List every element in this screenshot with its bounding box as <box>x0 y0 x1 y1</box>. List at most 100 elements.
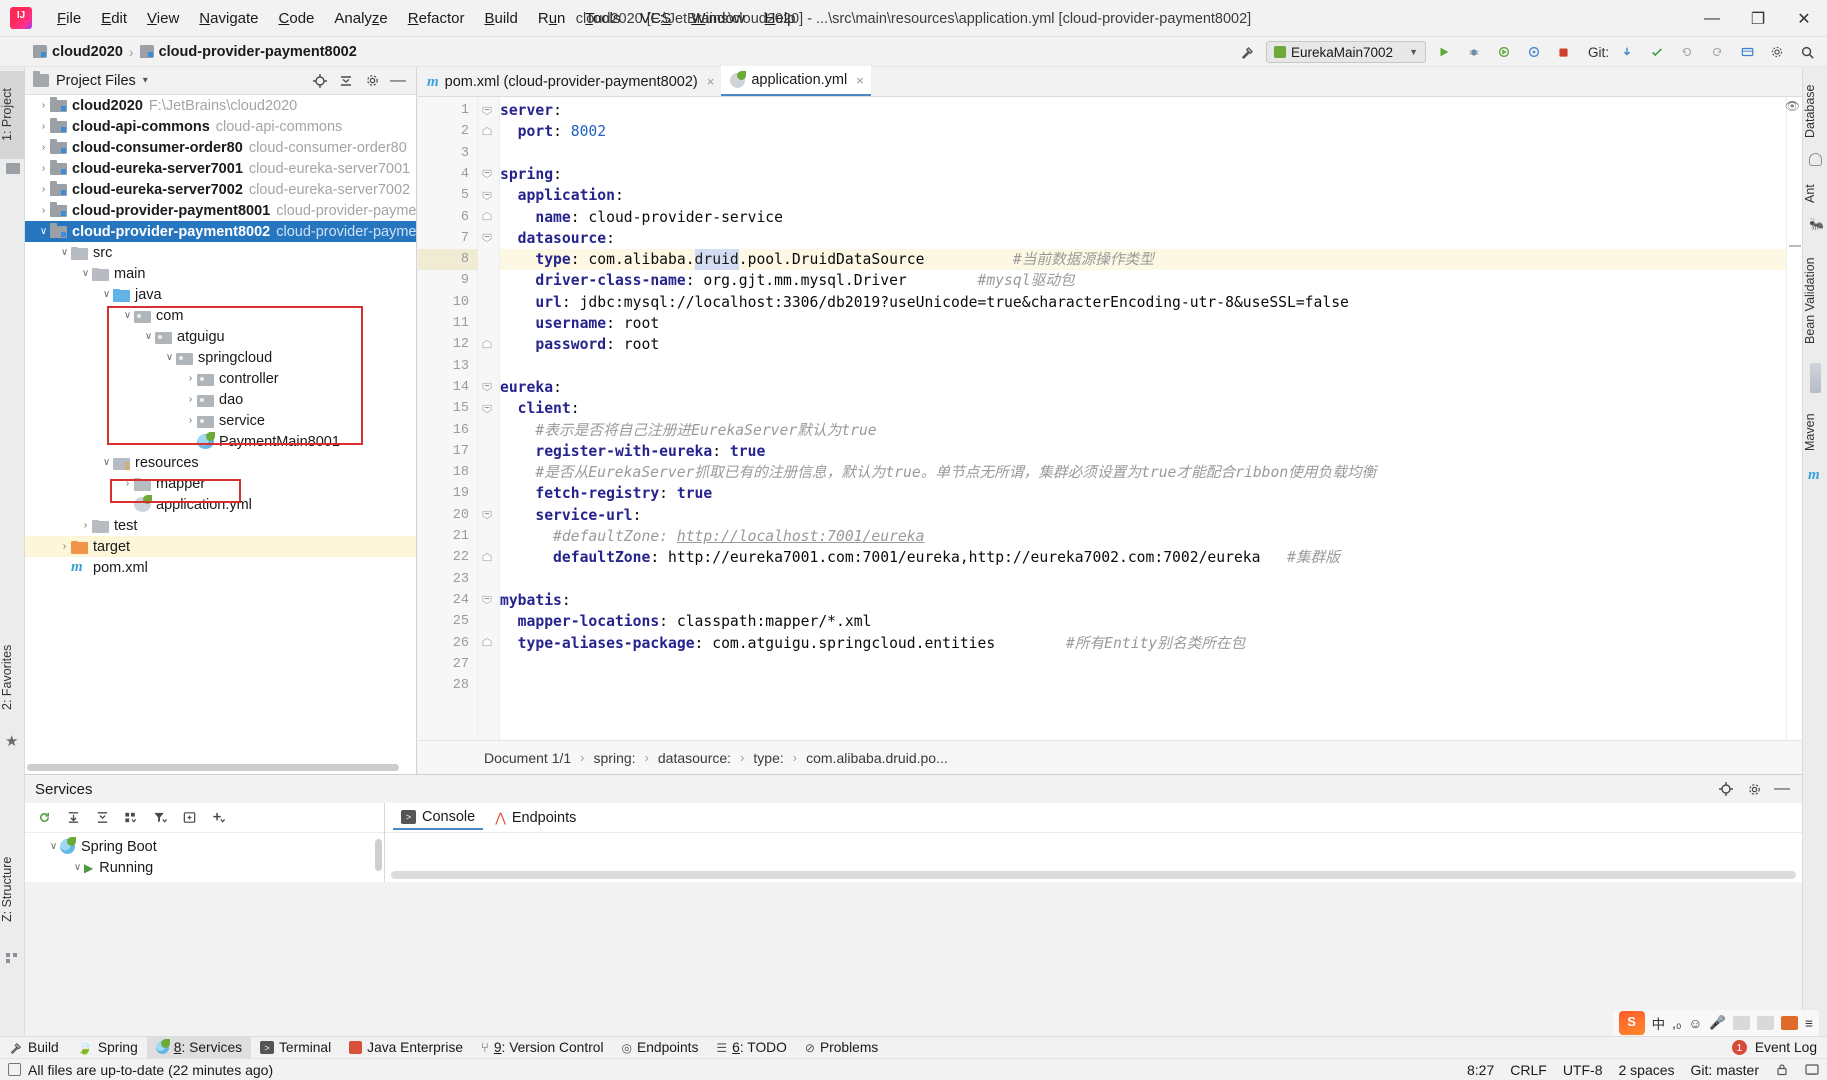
fold-collapse-icon[interactable] <box>482 403 492 413</box>
toolwindow-terminal[interactable]: > Terminal <box>251 1037 340 1059</box>
menu-run[interactable]: Run <box>529 6 575 31</box>
toolwindow-version-control[interactable]: ⑂ 9: Version Control <box>472 1037 613 1059</box>
code-line[interactable]: type: com.alibaba.druid.pool.DruidDataSo… <box>500 249 1154 270</box>
tree-row-cloud-eureka-server7002[interactable]: ›cloud-eureka-server7002cloud-eureka-ser… <box>25 179 416 200</box>
tree-row-application-yml[interactable]: application.yml <box>25 494 416 515</box>
code-line[interactable]: datasource: <box>500 228 615 249</box>
tool-window-bar[interactable]: Build 🍃 Spring 8: Services > Terminal Ja… <box>0 1036 1827 1058</box>
hide-icon[interactable]: — <box>1770 778 1794 800</box>
chevron-down-icon[interactable]: ∨ <box>37 226 50 237</box>
toolwindow-java-enterprise[interactable]: Java Enterprise <box>340 1037 472 1059</box>
code-line[interactable]: spring: <box>500 164 562 185</box>
sidebar-tab-project[interactable]: 1: Project <box>0 71 25 159</box>
close-button[interactable]: ✕ <box>1781 0 1827 37</box>
menu-icon[interactable]: ≡ <box>1805 1016 1813 1031</box>
fold-collapse-icon[interactable] <box>482 595 492 605</box>
fold-end-icon[interactable] <box>482 339 492 349</box>
code-line[interactable]: service-url: <box>500 505 641 526</box>
toolwindow-todo[interactable]: ☰ 6: TODO <box>707 1037 795 1059</box>
tree-row-cloud-eureka-server7001[interactable]: ›cloud-eureka-server7001cloud-eureka-ser… <box>25 158 416 179</box>
console-scrollbar[interactable] <box>391 871 1796 879</box>
chevron-right-icon[interactable]: › <box>37 100 50 111</box>
tree-row-mapper[interactable]: ›mapper <box>25 473 416 494</box>
breadcrumb-spring[interactable]: spring: <box>594 750 636 766</box>
smiley-icon[interactable]: ☺ <box>1689 1016 1703 1031</box>
chevron-right-icon[interactable]: › <box>37 142 50 153</box>
settings-icon[interactable] <box>1742 778 1766 800</box>
chevron-right-icon[interactable]: › <box>184 373 197 384</box>
add-icon[interactable] <box>205 806 231 830</box>
chevron-right-icon[interactable]: › <box>184 394 197 405</box>
code-line[interactable]: username: root <box>500 313 659 334</box>
chevron-down-icon[interactable]: ∨ <box>163 352 176 363</box>
memory-indicator-icon[interactable] <box>1805 1063 1819 1076</box>
tree-row-cloud-provider-payment8001[interactable]: ›cloud-provider-payment8001cloud-provide… <box>25 200 416 221</box>
fold-collapse-icon[interactable] <box>482 510 492 520</box>
group-icon[interactable] <box>118 806 144 830</box>
tree-row-main[interactable]: ∨main <box>25 263 416 284</box>
tree-row-com[interactable]: ∨com <box>25 305 416 326</box>
run-icon[interactable] <box>1432 41 1456 63</box>
settings-icon[interactable] <box>360 70 384 92</box>
fold-collapse-icon[interactable] <box>482 190 492 200</box>
code-line[interactable]: application: <box>500 185 624 206</box>
fold-collapse-icon[interactable] <box>482 382 492 392</box>
debug-icon[interactable] <box>1462 41 1486 63</box>
locate-icon[interactable] <box>1714 778 1738 800</box>
code-line[interactable]: #表示是否将自己注册进EurekaServer默认为true <box>500 420 877 441</box>
clipboard-icon[interactable] <box>1757 1016 1774 1030</box>
inspection-eye-icon[interactable]: 👁 <box>1785 99 1800 113</box>
menu-code[interactable]: Code <box>270 6 324 31</box>
sidebar-tab-structure[interactable]: Z: Structure <box>0 837 25 941</box>
code-line[interactable]: name: cloud-provider-service <box>500 207 783 228</box>
breadcrumb-datasource[interactable]: datasource: <box>658 750 731 766</box>
file-encoding[interactable]: UTF-8 <box>1563 1062 1603 1078</box>
chevron-down-icon[interactable]: ∨ <box>71 862 84 873</box>
fold-collapse-icon[interactable] <box>482 105 492 115</box>
editor-right-markers[interactable]: 👁 <box>1786 97 1802 740</box>
tab-endpoints[interactable]: ⋀ Endpoints <box>487 807 584 829</box>
breadcrumb-document[interactable]: Document 1/1 <box>484 750 571 766</box>
code-line[interactable]: driver-class-name: org.gjt.mm.mysql.Driv… <box>500 270 1075 291</box>
hammer-icon[interactable] <box>1236 41 1260 63</box>
tree-row-resources[interactable]: ∨resources <box>25 452 416 473</box>
sidebar-tab-database[interactable]: Database <box>1803 73 1827 149</box>
menu-analyze[interactable]: Analyze <box>325 6 396 31</box>
code-line[interactable]: eureka: <box>500 377 562 398</box>
toolwindow-spring[interactable]: 🍃 Spring <box>68 1037 147 1059</box>
indent-setting[interactable]: 2 spaces <box>1618 1062 1674 1078</box>
fold-collapse-icon[interactable] <box>482 233 492 243</box>
services-tree-row[interactable]: ∨ Spring Boot <box>25 836 384 857</box>
code-line[interactable]: server: <box>500 100 562 121</box>
rerun-icon[interactable] <box>31 806 57 830</box>
close-icon[interactable]: × <box>856 73 864 88</box>
menu-view[interactable]: View <box>138 6 188 31</box>
tab-console[interactable]: > Console <box>393 806 483 830</box>
code-line[interactable]: password: root <box>500 334 659 355</box>
ime-toolbar[interactable]: 中 ,₀ ☺ 🎤 ≡ <box>1613 1010 1819 1036</box>
code-line[interactable]: register-with-eureka: true <box>500 441 765 462</box>
mic-icon[interactable]: 🎤 <box>1709 1015 1726 1031</box>
settings-icon[interactable] <box>1765 41 1789 63</box>
code-line[interactable]: mapper-locations: classpath:mapper/*.xml <box>500 611 871 632</box>
lock-icon[interactable] <box>1775 1063 1789 1076</box>
add-tab-icon[interactable] <box>176 806 202 830</box>
tree-row-java[interactable]: ∨java <box>25 284 416 305</box>
tree-row-dao[interactable]: ›dao <box>25 389 416 410</box>
rollback-icon[interactable] <box>1675 41 1699 63</box>
toolwindow-problems[interactable]: ⊘ Problems <box>796 1037 887 1059</box>
code-line[interactable]: client: <box>500 398 580 419</box>
editor-breadcrumb-bar[interactable]: Document 1/1 › spring: › datasource: › t… <box>418 740 1802 774</box>
navbar-actions[interactable]: EurekaMain7002 ▼ Git: <box>1236 37 1819 67</box>
services-tree-scrollbar[interactable] <box>375 839 382 871</box>
chevron-down-icon[interactable]: ▾ <box>143 75 148 86</box>
editor-tab-strip[interactable]: m pom.xml (cloud-provider-payment8002) ×… <box>418 67 1802 97</box>
tree-row-src[interactable]: ∨src <box>25 242 416 263</box>
fold-end-icon[interactable] <box>482 212 492 222</box>
sidebar-tab-favorites[interactable]: 2: Favorites <box>0 627 25 727</box>
scrollbar-thumb[interactable] <box>27 764 399 771</box>
event-log-label[interactable]: Event Log <box>1755 1040 1817 1055</box>
marker-stripe[interactable] <box>1789 245 1801 247</box>
editor-gutter[interactable]: 1234567891011121314151617181920212223242… <box>418 97 478 740</box>
project-file-tree[interactable]: ›cloud2020F:\JetBrains\cloud2020›cloud-a… <box>25 95 416 758</box>
